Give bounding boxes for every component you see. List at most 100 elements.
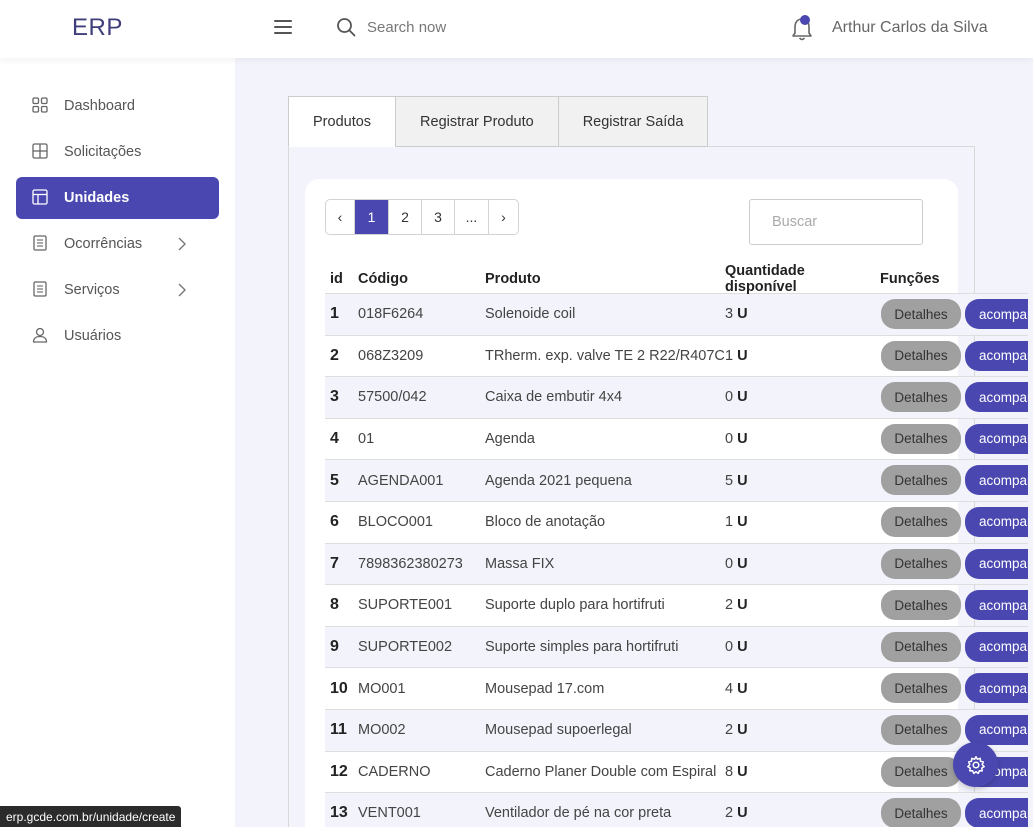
sidebar-item-label: Solicitações	[64, 144, 142, 160]
column-header-code[interactable]: Código	[358, 271, 485, 287]
table-header: id Código Produto Quantidade disponível …	[325, 263, 1033, 295]
details-button[interactable]: Detalhes	[881, 465, 961, 496]
cell-id: 1	[330, 305, 339, 323]
quantity-value: 4	[725, 680, 734, 697]
cell-product: Mousepad supoerlegal	[485, 722, 632, 739]
cell-id: 12	[330, 762, 348, 780]
track-button[interactable]: acompanhar	[965, 673, 1033, 704]
details-button[interactable]: Detalhes	[881, 631, 961, 662]
menu-toggle-icon[interactable]	[274, 20, 292, 34]
cell-quantity: 0 U	[725, 431, 880, 447]
table-row: 10MO001Mousepad 17.com4 UDetalhesacompan…	[325, 668, 1033, 710]
track-button[interactable]: acompanhar	[965, 299, 1033, 329]
cell-product: Solenoide coil	[485, 306, 576, 323]
cell-quantity: 8 U	[725, 764, 880, 780]
column-header-quantity[interactable]: Quantidade disponível	[725, 263, 880, 295]
cell-code: CADERNO	[358, 763, 431, 780]
cell-quantity: 3 U	[725, 306, 880, 322]
details-button[interactable]: Detalhes	[881, 548, 961, 579]
track-button[interactable]: acompanhar	[965, 590, 1033, 621]
sidebar-item-usuarios[interactable]: Usuários	[16, 315, 219, 357]
details-button[interactable]: Detalhes	[881, 590, 961, 621]
track-button[interactable]: acompanhar	[965, 340, 1033, 371]
search-input[interactable]	[367, 18, 567, 36]
quantity-unit: U	[737, 389, 748, 406]
sidebar-item-dashboard[interactable]: Dashboard	[16, 85, 219, 127]
cell-quantity: 1 U	[725, 348, 880, 364]
details-button[interactable]: Detalhes	[881, 340, 961, 371]
cell-code: AGENDA001	[358, 472, 444, 489]
track-button[interactable]: acompanhar	[965, 548, 1033, 579]
table-row: 13 VENT001 Ventilador de pé na cor preta 2 …	[325, 793, 1033, 827]
details-button[interactable]: Detalhes	[881, 382, 961, 413]
details-button[interactable]: Detalhes	[881, 714, 961, 745]
user-name[interactable]: Arthur Carlos da Silva	[832, 19, 988, 37]
cell-code: 018F6264	[358, 306, 424, 323]
track-button[interactable]: acompanhar	[965, 798, 1033, 827]
sidebar-item-servicos[interactable]: Serviços	[16, 269, 219, 311]
column-header-id[interactable]: id	[325, 271, 358, 287]
search-icon[interactable]	[336, 17, 356, 37]
cell-id: 7	[330, 554, 339, 572]
details-button[interactable]: Detalhes	[881, 299, 961, 329]
details-button[interactable]: Detalhes	[881, 506, 961, 537]
pagination-page[interactable]: 1	[355, 200, 389, 234]
column-header-product[interactable]: Produto	[485, 271, 725, 287]
details-button[interactable]: Detalhes	[881, 756, 961, 787]
sidebar-item-unidades[interactable]: Unidades	[16, 177, 219, 219]
quantity-value: 0	[725, 639, 734, 656]
track-button[interactable]: acompanhar	[965, 423, 1033, 454]
track-button[interactable]: acompanhar	[965, 506, 1033, 537]
cell-code: 57500/042	[358, 389, 427, 406]
cell-quantity: 2 U	[725, 722, 880, 738]
track-button[interactable]: acompanhar	[965, 714, 1033, 745]
settings-fab[interactable]	[953, 742, 998, 787]
pagination-ellipsis[interactable]: ...	[455, 200, 489, 234]
sidebar: Dashboard Solicitações Unidades Ocorrênc…	[0, 58, 235, 827]
status-bar-url: erp.gcde.com.br/unidade/create	[0, 806, 182, 827]
tab-registrar-produto[interactable]: Registrar Produto	[395, 96, 559, 147]
pagination-page[interactable]: 3	[422, 200, 455, 234]
track-button[interactable]: acompanhar	[965, 382, 1033, 413]
tab-registrar-saida[interactable]: Registrar Saída	[557, 96, 709, 147]
cell-id: 5	[330, 471, 339, 489]
table-row: 9 SUPORTE002 Suporte simples para hortifru…	[325, 626, 1033, 669]
table-row: 7 7898362380273 Massa FIX 0 U Detalhes acompa…	[325, 543, 1033, 586]
sidebar-item-solicitacoes[interactable]: Solicitações	[16, 131, 219, 173]
cell-quantity: 2 U	[725, 597, 880, 613]
table-search-input[interactable]	[749, 199, 923, 245]
cell-product: Massa FIX	[485, 555, 555, 572]
quantity-unit: U	[737, 431, 748, 448]
cell-code: MO001	[358, 680, 406, 697]
chevron-right-icon	[178, 237, 186, 251]
track-button[interactable]: acompanhar	[965, 465, 1033, 496]
cell-code: VENT001	[358, 805, 421, 822]
cell-id: 8	[330, 596, 339, 614]
cell-quantity: 0 U	[725, 639, 880, 655]
notification-badge	[800, 15, 810, 25]
quantity-unit: U	[737, 805, 748, 822]
cell-quantity: 4 U	[725, 681, 880, 697]
brand-logo[interactable]: ERP	[72, 14, 123, 42]
quantity-value: 0	[725, 431, 734, 448]
cell-quantity: 5 U	[725, 473, 880, 489]
sidebar-item-ocorrencias[interactable]: Ocorrências	[16, 223, 219, 265]
pagination-page[interactable]: 2	[389, 200, 422, 234]
cell-id: 3	[330, 388, 339, 406]
quantity-value: 1	[725, 347, 734, 364]
cell-id: 13	[330, 804, 348, 822]
pagination-next[interactable]: ›	[489, 200, 518, 234]
quantity-unit: U	[737, 763, 748, 780]
sidebar-item-label: Dashboard	[64, 98, 135, 114]
tab-produtos[interactable]: Produtos	[288, 96, 397, 147]
pagination-prev[interactable]: ‹	[326, 200, 355, 234]
cell-product: Mousepad 17.com	[485, 680, 605, 697]
track-button[interactable]: acompanhar	[965, 631, 1033, 662]
cell-quantity: 2 U	[725, 805, 880, 821]
global-search	[336, 17, 567, 37]
cell-code: MO002	[358, 722, 406, 739]
details-button[interactable]: Detalhes	[881, 423, 961, 454]
table-row: 1 018F6264 Solenoide coil 3 U Detalhes acompa…	[325, 294, 1033, 336]
details-button[interactable]: Detalhes	[881, 798, 961, 827]
details-button[interactable]: Detalhes	[881, 673, 961, 704]
